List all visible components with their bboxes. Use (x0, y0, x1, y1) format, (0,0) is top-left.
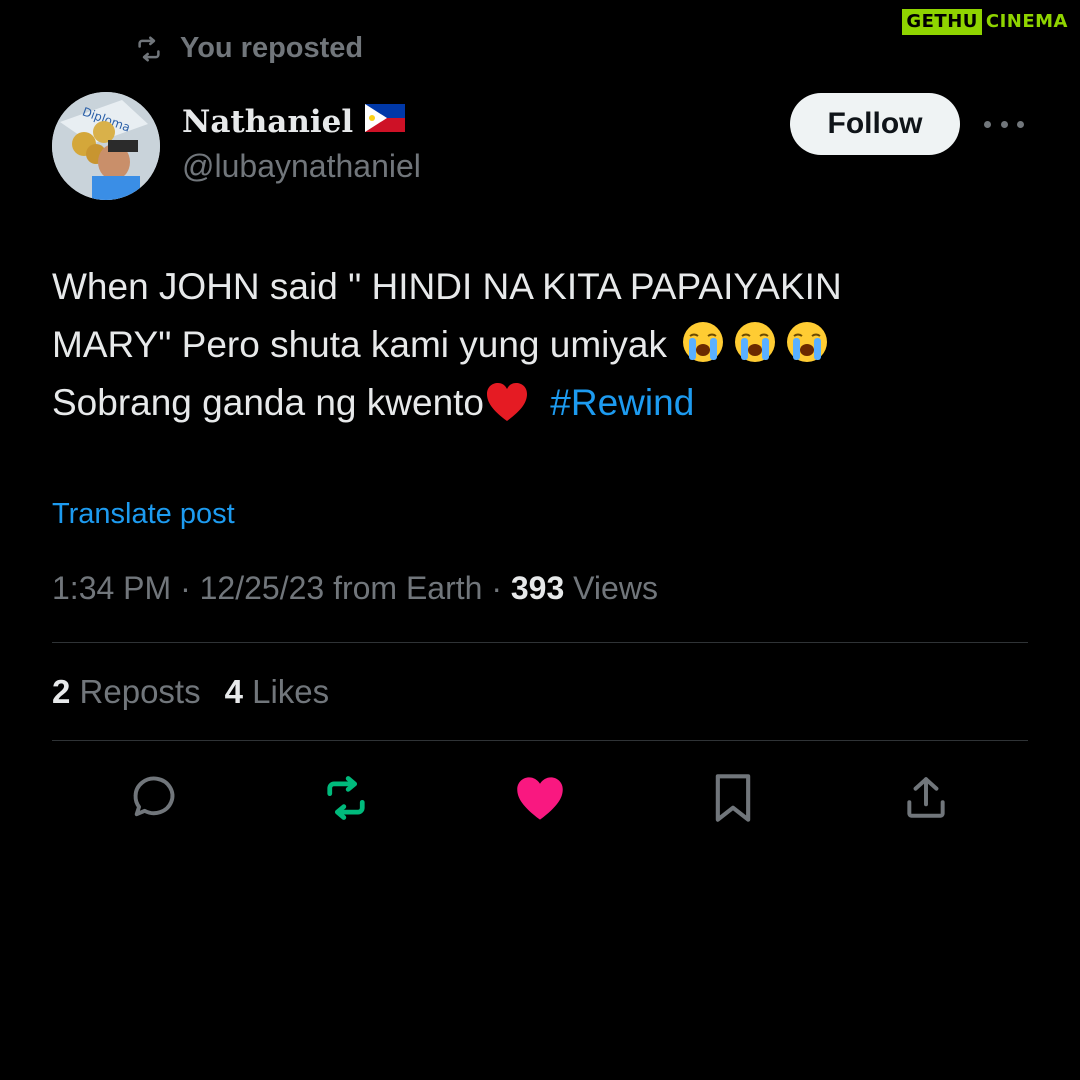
translate-post-link[interactable]: Translate post (52, 498, 235, 531)
loudly-crying-face-emoji-icon (732, 319, 778, 365)
post-detail-page: GETHU CINEMA You reposted Diploma Nathan… (0, 0, 1080, 1080)
follow-button[interactable]: Follow (790, 93, 960, 155)
repost-icon (132, 34, 166, 64)
likes-label: Likes (252, 673, 330, 710)
views-count: 393 (510, 570, 565, 606)
author-name[interactable]: Nathaniel (182, 104, 406, 140)
red-heart-emoji-icon (484, 381, 530, 425)
avatar[interactable]: Diploma (52, 92, 160, 200)
likes-count: 4 (224, 673, 243, 710)
bookmark-icon[interactable] (707, 772, 759, 824)
author-handle[interactable]: @lubaynathaniel (182, 148, 421, 185)
post-text-line-2-text: MARY" Pero shuta kami yung umiyak (52, 324, 667, 365)
post-stats: 2 Reposts 4 Likes (52, 673, 329, 711)
post-meta: 1:34 PM · 12/25/23 from Earth · 393 View… (52, 570, 658, 606)
loudly-crying-face-emoji-icon (680, 319, 726, 365)
repost-header: You reposted (132, 32, 363, 65)
post-date[interactable]: 12/25/23 (200, 570, 325, 606)
reply-icon[interactable] (128, 772, 180, 824)
repost-action-icon[interactable] (320, 772, 372, 824)
post-text-line-3: Sobrang ganda ng kwento #Rewind (52, 374, 1012, 432)
author-name-label: Nathaniel (182, 104, 354, 140)
repost-header-label: You reposted (180, 32, 364, 64)
like-action-icon[interactable] (514, 772, 566, 824)
watermark: GETHU CINEMA (902, 9, 1072, 35)
reposts-count: 2 (52, 673, 71, 710)
post-source: from Earth (333, 570, 483, 606)
hashtag-link[interactable]: #Rewind (550, 382, 694, 423)
post-text-line-3-text: Sobrang ganda ng kwento (52, 382, 485, 423)
philippines-flag-icon (365, 104, 406, 140)
post-text-line-1: When JOHN said " HINDI NA KITA PAPAIYAKI… (52, 266, 842, 307)
divider (52, 642, 1028, 643)
more-options-icon[interactable] (984, 112, 1024, 136)
watermark-part1: GETHU (902, 9, 982, 35)
divider (52, 740, 1028, 741)
post-text-line-2: MARY" Pero shuta kami yung umiyak (52, 316, 1012, 374)
post-text: When JOHN said " HINDI NA KITA PAPAIYAKI… (52, 258, 1012, 432)
loudly-crying-face-emoji-icon (784, 319, 830, 365)
share-icon[interactable] (900, 772, 952, 824)
post-time[interactable]: 1:34 PM (52, 570, 171, 606)
views-label: Views (573, 570, 658, 606)
watermark-part2: CINEMA (985, 11, 1068, 32)
likes-stat[interactable]: 4 Likes (225, 673, 330, 711)
reposts-label: Reposts (79, 673, 201, 710)
reposts-stat[interactable]: 2 Reposts (52, 673, 201, 711)
